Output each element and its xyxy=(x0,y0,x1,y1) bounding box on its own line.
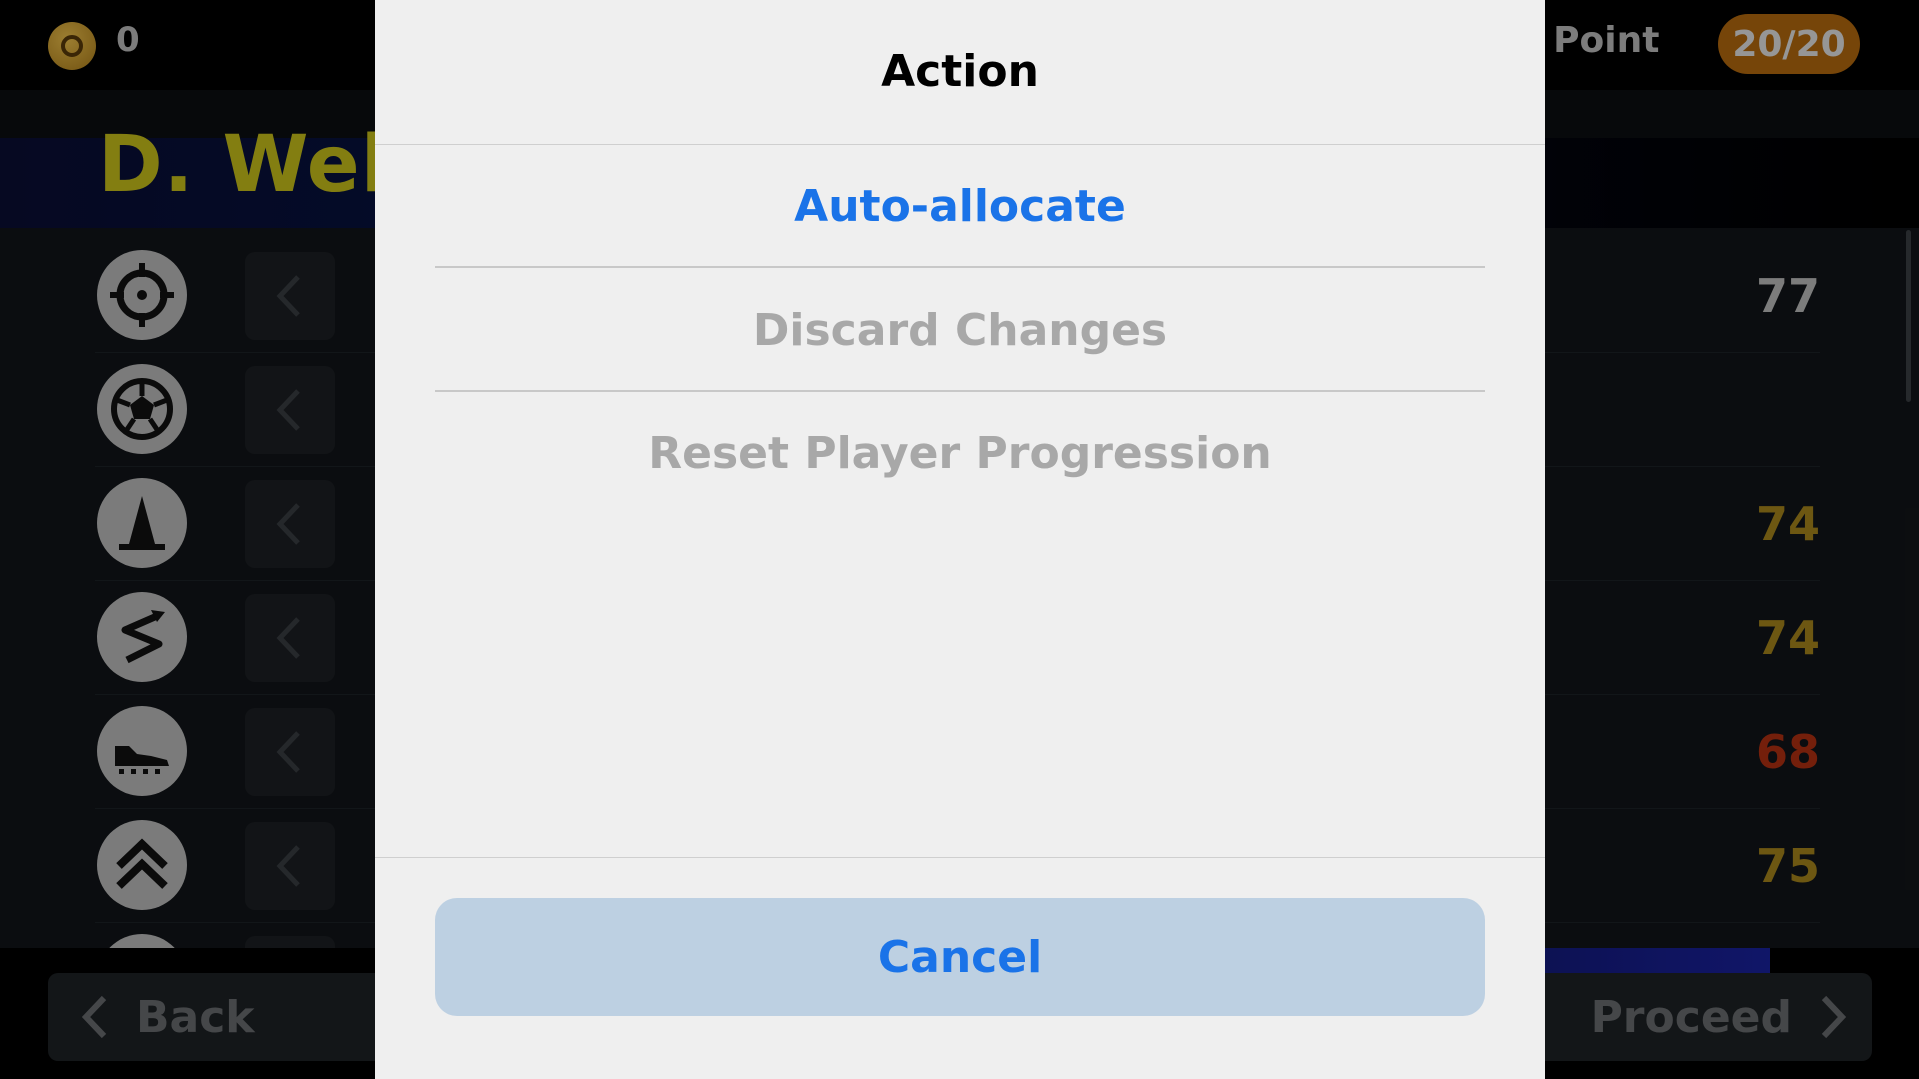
divider xyxy=(435,266,1485,268)
cancel-button[interactable]: Cancel xyxy=(435,898,1485,1016)
auto-allocate-label: Auto-allocate xyxy=(794,180,1126,232)
reset-player-progression-option: Reset Player Progression xyxy=(435,393,1485,513)
auto-allocate-option[interactable]: Auto-allocate xyxy=(435,146,1485,266)
divider xyxy=(375,857,1545,858)
action-dialog: Action Auto-allocate Discard Changes Res… xyxy=(375,0,1545,1079)
divider xyxy=(435,390,1485,392)
dialog-title: Action xyxy=(881,46,1039,97)
reset-player-progression-label: Reset Player Progression xyxy=(648,427,1272,479)
discard-changes-option: Discard Changes xyxy=(435,270,1485,390)
cancel-label: Cancel xyxy=(877,931,1043,983)
divider xyxy=(375,144,1545,145)
discard-changes-label: Discard Changes xyxy=(752,304,1168,356)
